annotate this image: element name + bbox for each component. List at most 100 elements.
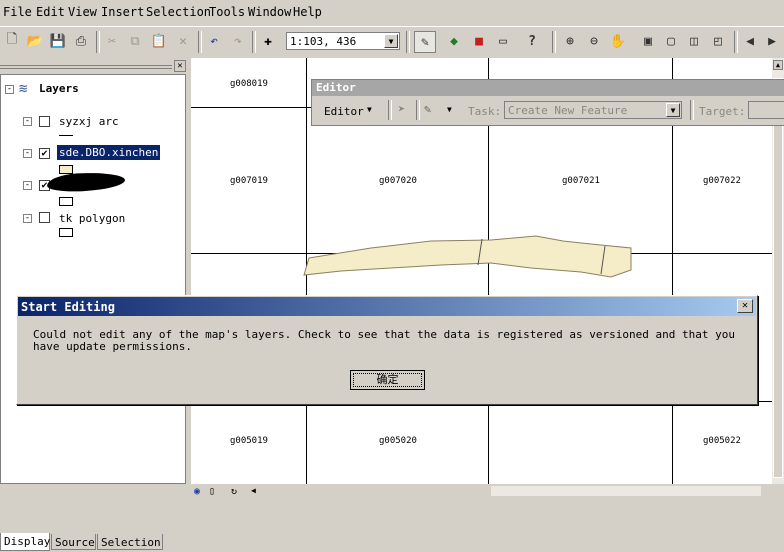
toc-root-label[interactable]: Layers — [39, 82, 79, 95]
tab-display[interactable]: Display — [0, 533, 50, 551]
redo-icon[interactable]: ↷ — [228, 31, 248, 51]
pan-icon[interactable]: ✋ — [608, 31, 628, 51]
toc-tree: - ≋ Layers - syzxj arc - ✔ sde.DBO.xinch… — [0, 74, 186, 484]
layer-name[interactable]: syzxj arc — [59, 115, 119, 128]
layer-name[interactable]: tk polygon — [59, 212, 125, 225]
dialog-title: Start Editing — [21, 300, 115, 314]
back-extent-icon[interactable]: ◀ — [740, 31, 760, 51]
redacted-layer-name — [46, 170, 126, 194]
add-data-icon[interactable]: ✚ — [258, 31, 278, 51]
collapse-icon[interactable]: - — [23, 214, 32, 223]
menu-help[interactable]: Help — [293, 5, 322, 19]
table-of-contents: ✕ - ≋ Layers - syzxj arc - ✔ sde.DBO.xin… — [0, 58, 190, 551]
zoom-out-icon[interactable]: ⊖ — [584, 31, 604, 51]
collapse-icon[interactable]: - — [23, 181, 32, 190]
window-icon[interactable]: ▭ — [493, 31, 513, 51]
edit-tool-icon[interactable]: ➤ — [398, 102, 405, 116]
layout-view-icon[interactable]: ▯ — [209, 486, 215, 497]
collapse-icon[interactable]: - — [23, 149, 32, 158]
ok-button[interactable]: 确定 — [350, 370, 425, 390]
menu-view[interactable]: View — [68, 5, 97, 19]
line-symbol — [59, 135, 73, 136]
paste-icon[interactable]: 📋 — [149, 31, 169, 51]
map-view-toolbar: ◉ ▯ ↻ ◀ — [191, 484, 784, 512]
open-icon[interactable]: 📂 — [25, 31, 45, 51]
toolbar-separator — [252, 31, 256, 53]
map-scale-combo[interactable]: 1:103, 436 ▼ — [286, 32, 400, 50]
layer-name-selected[interactable]: sde.DBO.xinchen — [57, 145, 161, 160]
refresh-icon[interactable]: ↻ — [231, 486, 237, 497]
catalog-icon[interactable]: ■ — [469, 31, 489, 51]
save-icon[interactable]: 💾 — [48, 31, 68, 51]
menu-selection[interactable]: Selection — [146, 5, 211, 19]
task-value: Create New Feature — [508, 104, 628, 117]
toolbar-separator — [96, 31, 100, 53]
toolbar-separator — [388, 100, 392, 120]
close-icon[interactable]: ✕ — [737, 299, 753, 313]
toc-header: ✕ — [0, 60, 190, 74]
whats-this-icon[interactable]: ? — [522, 31, 542, 51]
toolbar-separator — [552, 31, 556, 53]
close-icon[interactable]: ✕ — [174, 60, 186, 72]
polygon-symbol — [59, 228, 73, 237]
dialog-message: Could not edit any of the map's layers. … — [33, 328, 735, 353]
toolbar-separator — [198, 31, 202, 53]
menu-tools[interactable]: Tools — [209, 5, 245, 19]
toc-tabs: Display Source Selection — [0, 533, 190, 552]
editor-menu-label[interactable]: Editor — [324, 105, 364, 118]
editor-toolbar-icon[interactable]: ✎ — [414, 31, 436, 53]
start-editing-dialog: Start Editing ✕ Could not edit any of th… — [16, 295, 758, 405]
layer-visibility-checkbox[interactable] — [39, 212, 50, 223]
zoom-in-icon[interactable]: ⊕ — [560, 31, 580, 51]
menu-window[interactable]: Window — [248, 5, 291, 19]
tab-selection[interactable]: Selection — [97, 534, 163, 550]
layer-visibility-checkbox[interactable]: ✔ — [39, 148, 50, 159]
sketch-tool-icon[interactable]: ✎ — [424, 102, 431, 116]
toolbar-separator — [406, 31, 410, 53]
scroll-thumb[interactable] — [773, 78, 783, 478]
toolbar-separator — [734, 31, 738, 53]
tab-source[interactable]: Source — [51, 534, 96, 550]
polygon-symbol — [59, 165, 73, 174]
task-dropdown[interactable]: Create New Feature ▼ — [504, 101, 682, 119]
chevron-down-icon[interactable]: ▼ — [367, 105, 372, 114]
focus-ring — [353, 373, 422, 387]
polygon-symbol — [59, 197, 73, 206]
target-label: Target: — [699, 105, 746, 118]
map-scale-value: 1:103, 436 — [290, 35, 357, 48]
layer-visibility-checkbox[interactable] — [39, 116, 50, 127]
cut-icon[interactable]: ✂ — [102, 31, 122, 51]
editor-toolbar: Editor Editor ▼ ➤ ✎ ▼ Task: Create New F… — [311, 79, 784, 126]
task-label: Task: — [468, 105, 502, 118]
target-dropdown[interactable] — [748, 101, 784, 119]
delete-icon[interactable]: ✕ — [173, 31, 193, 51]
layer-extent-icon[interactable]: ◰ — [708, 31, 728, 51]
fixed-zoom-in-icon[interactable]: ▣ — [638, 31, 658, 51]
copy-icon[interactable]: ⧉ — [125, 31, 145, 51]
forward-extent-icon[interactable]: ▶ — [762, 31, 782, 51]
collapse-icon[interactable]: - — [5, 85, 14, 94]
chevron-down-icon[interactable]: ▼ — [666, 103, 680, 117]
menu-edit[interactable]: Edit — [36, 5, 65, 19]
arctoolbox-icon[interactable]: ◆ — [444, 31, 464, 51]
map-horizontal-scrollbar[interactable] — [491, 486, 761, 496]
dialog-title-bar[interactable]: Start Editing ✕ — [18, 297, 756, 316]
data-view-icon[interactable]: ◉ — [194, 486, 200, 497]
print-icon[interactable]: ⎙ — [71, 31, 91, 51]
editor-toolbar-title[interactable]: Editor — [312, 80, 784, 96]
full-extent-icon[interactable]: ◫ — [684, 31, 704, 51]
toolbar-separator — [416, 100, 420, 120]
menu-insert[interactable]: Insert — [101, 5, 144, 19]
menu-bar: File Edit View Insert Selection Tools Wi… — [0, 0, 784, 24]
chevron-down-icon[interactable]: ▼ — [447, 105, 452, 114]
menu-file[interactable]: File — [3, 5, 32, 19]
fixed-zoom-out-icon[interactable]: ▢ — [661, 31, 681, 51]
chevron-down-icon[interactable]: ▼ — [384, 34, 398, 48]
collapse-icon[interactable]: - — [23, 117, 32, 126]
new-icon[interactable]: 🗋 — [2, 31, 22, 51]
scroll-left-icon[interactable]: ◀ — [251, 486, 256, 495]
scroll-up-icon[interactable]: ▲ — [773, 60, 783, 70]
undo-icon[interactable]: ↶ — [204, 31, 224, 51]
toolbar-separator — [690, 100, 694, 120]
standard-toolbar: 🗋 📂 💾 ⎙ ✂ ⧉ 📋 ✕ ↶ ↷ ✚ 1:103, 436 ▼ ✎ ◆ ■… — [0, 26, 784, 59]
